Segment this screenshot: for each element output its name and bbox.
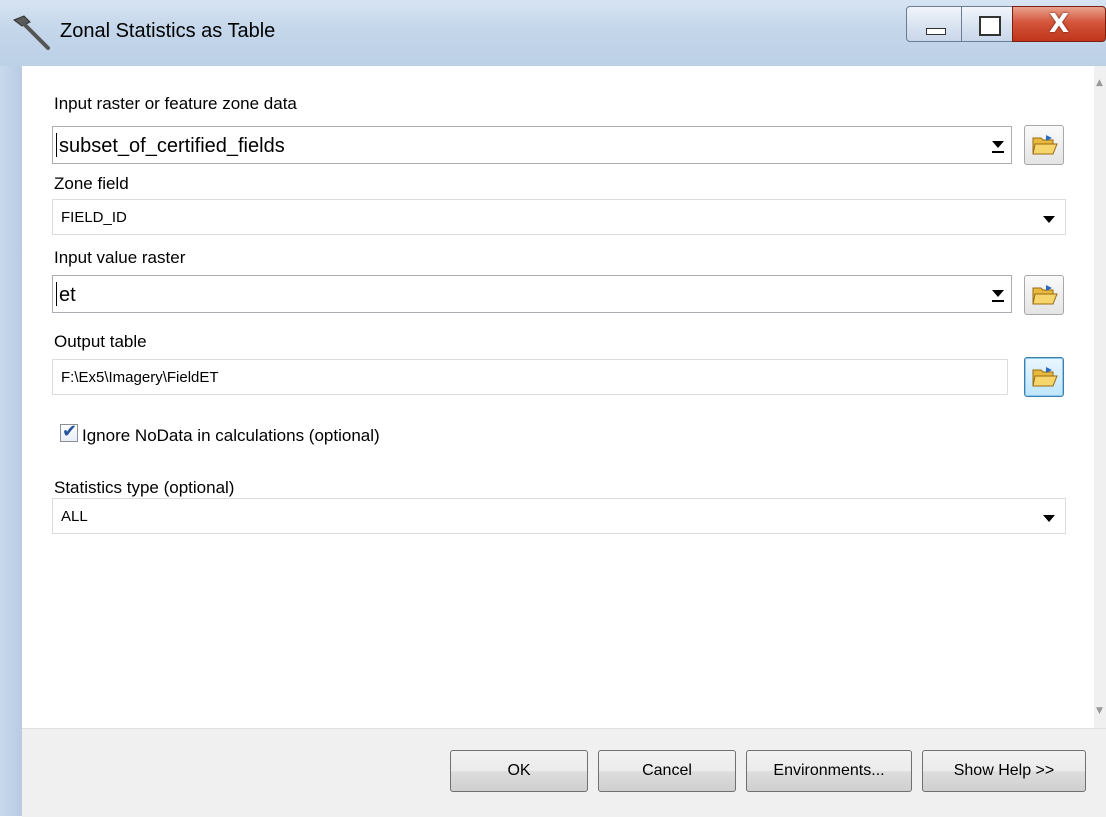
close-button[interactable]: X [1012,6,1106,42]
minimize-icon [926,28,946,35]
input-zone-browse-button[interactable] [1024,125,1064,165]
minimize-button[interactable] [906,6,962,42]
show-help-button[interactable]: Show Help >> [922,750,1086,792]
chevron-down-icon[interactable] [991,290,1005,304]
maximize-button[interactable] [961,6,1013,42]
open-folder-icon [1032,135,1058,155]
output-table-label: Output table [54,332,147,351]
scroll-down-icon[interactable]: ▼ [1096,706,1103,716]
hammer-icon [8,12,54,52]
ignore-nodata-checkbox[interactable]: ✔ [60,421,78,442]
cancel-button[interactable]: Cancel [598,750,736,792]
statistics-type-value: ALL [61,508,88,525]
environments-button[interactable]: Environments... [746,750,912,792]
input-value-raster-value: et [59,284,76,306]
zone-field-label: Zone field [54,174,129,193]
text-cursor [56,282,57,306]
open-folder-icon [1032,367,1058,387]
chevron-down-icon[interactable] [1043,515,1055,522]
output-table-browse-button[interactable] [1024,357,1064,397]
input-zone-value: subset_of_certified_fields [59,135,285,157]
statistics-type-select[interactable]: ALL [52,498,1066,534]
ignore-nodata-label[interactable]: Ignore NoData in calculations (optional) [82,426,380,446]
input-value-raster-browse-button[interactable] [1024,275,1064,315]
output-table-value: F:\Ex5\Imagery\FieldET [61,369,219,386]
scroll-up-icon[interactable]: ▲ [1096,78,1103,88]
maximize-icon [979,16,1001,36]
window-title: Zonal Statistics as Table [60,20,276,42]
chevron-down-icon[interactable] [1043,216,1055,223]
text-cursor [56,133,57,157]
open-folder-icon [1032,285,1058,305]
window-left-border [0,66,22,816]
output-table-input[interactable]: F:\Ex5\Imagery\FieldET [52,359,1008,395]
close-icon: X [1048,9,1070,39]
chevron-down-icon[interactable] [991,141,1005,155]
zone-field-value: FIELD_ID [61,209,127,226]
title-bar[interactable]: Zonal Statistics as Table X [0,0,1106,66]
input-zone-label: Input raster or feature zone data [54,94,297,113]
input-value-raster-combobox[interactable]: et [52,275,1012,313]
checkmark-icon: ✔ [62,421,78,442]
vertical-scrollbar[interactable] [1094,66,1106,728]
input-value-raster-label: Input value raster [54,248,186,267]
input-zone-combobox[interactable]: subset_of_certified_fields [52,126,1012,164]
ok-button[interactable]: OK [450,750,588,792]
statistics-type-label: Statistics type (optional) [54,478,235,497]
zone-field-select[interactable]: FIELD_ID [52,199,1066,235]
